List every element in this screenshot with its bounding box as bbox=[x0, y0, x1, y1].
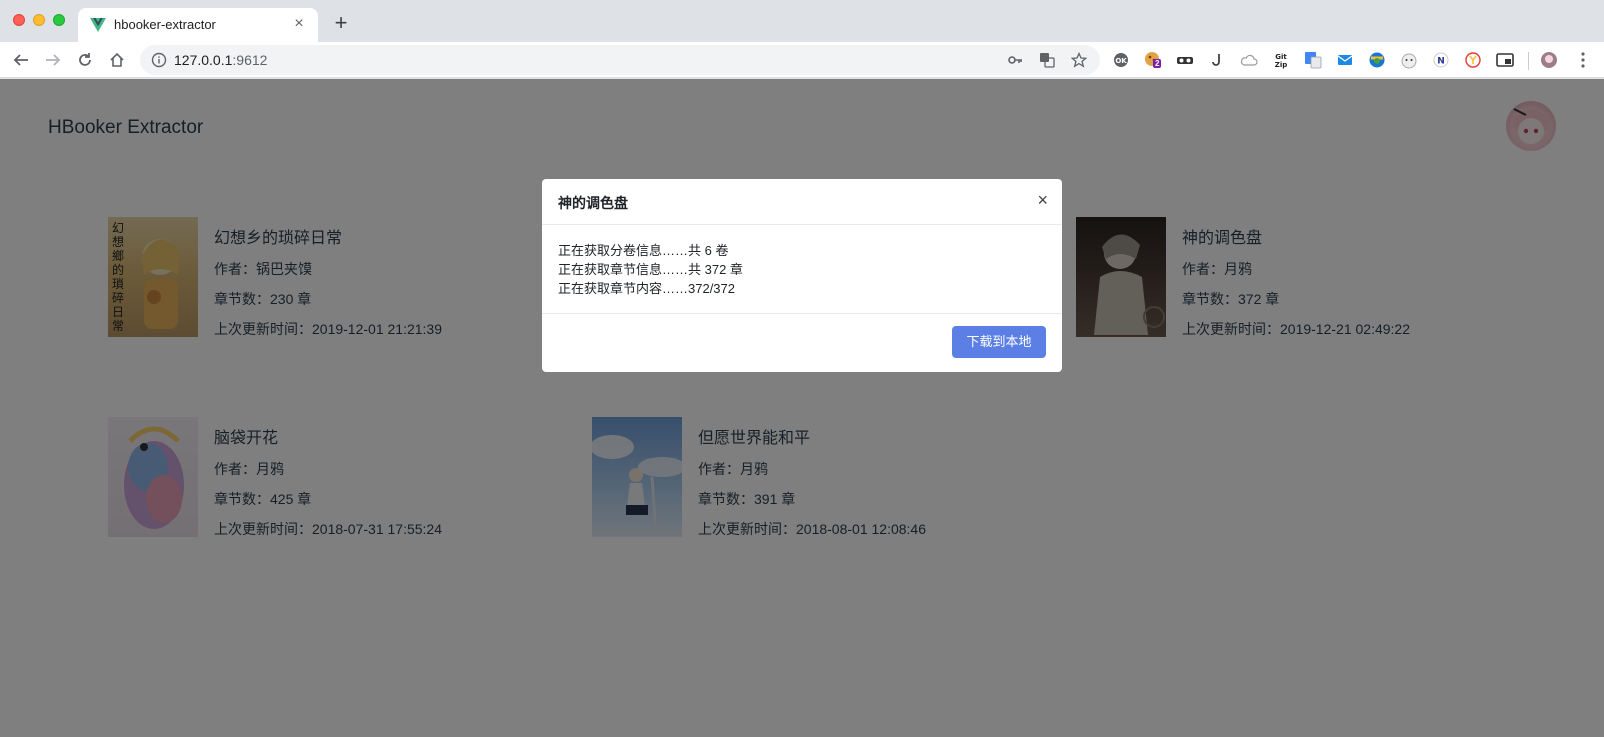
toolbar-separator bbox=[1528, 52, 1529, 70]
maximize-window-button[interactable] bbox=[53, 14, 65, 26]
modal-backdrop[interactable] bbox=[0, 79, 1604, 737]
svg-text:Zip: Zip bbox=[1275, 61, 1288, 69]
svg-text:OK: OK bbox=[1115, 57, 1127, 65]
extension-google-translate-icon[interactable] bbox=[1304, 51, 1322, 69]
extension-ok-icon[interactable]: OK bbox=[1112, 51, 1130, 69]
extension-n-icon[interactable]: N bbox=[1432, 51, 1450, 69]
translate-icon[interactable] bbox=[1038, 51, 1056, 69]
progress-line: 正在获取章节内容……372/372 bbox=[558, 281, 735, 296]
extension-gitzip-icon[interactable]: Git Zip bbox=[1272, 51, 1290, 69]
home-button[interactable] bbox=[106, 49, 128, 71]
url-text: 127.0.0.1:9612 bbox=[174, 52, 268, 68]
forward-button[interactable] bbox=[42, 49, 64, 71]
home-icon bbox=[110, 52, 124, 67]
extension-cloud-icon[interactable] bbox=[1240, 51, 1258, 69]
browser-titlebar: hbooker-extractor × + bbox=[0, 0, 1604, 42]
extension-mail-icon[interactable] bbox=[1336, 51, 1354, 69]
progress-line: 正在获取章节信息……共 372 章 bbox=[558, 262, 743, 277]
reload-icon bbox=[79, 53, 91, 66]
svg-text:N: N bbox=[1437, 57, 1445, 67]
arrow-right-icon bbox=[46, 54, 61, 66]
app-page: HBooker Extractor 幻想鄉的瑣碎日常 幻想乡的琐碎日常 作者：锅… bbox=[0, 79, 1604, 737]
arrow-left-icon bbox=[13, 54, 28, 66]
extension-badge: 2 bbox=[1153, 59, 1162, 68]
modal-close-icon[interactable]: × bbox=[1037, 190, 1048, 210]
new-tab-button[interactable]: + bbox=[330, 12, 352, 34]
tab-close-icon[interactable]: × bbox=[290, 15, 308, 33]
profile-avatar-icon[interactable] bbox=[1540, 51, 1558, 69]
close-window-button[interactable] bbox=[13, 14, 25, 26]
extension-hook-icon[interactable] bbox=[1208, 51, 1226, 69]
back-button[interactable] bbox=[10, 49, 32, 71]
extension-cat-icon[interactable] bbox=[1400, 51, 1418, 69]
extension-pip-icon[interactable] bbox=[1496, 51, 1514, 69]
download-button[interactable]: 下载到本地 bbox=[952, 326, 1046, 358]
reload-button[interactable] bbox=[74, 49, 96, 71]
extension-cookie-icon[interactable]: 2 bbox=[1144, 51, 1162, 69]
modal-header: 神的调色盘 × bbox=[542, 179, 1062, 225]
address-bar[interactable]: 127.0.0.1:9612 bbox=[140, 45, 1100, 75]
progress-line: 正在获取分卷信息……共 6 卷 bbox=[558, 243, 729, 258]
extension-y-icon[interactable] bbox=[1464, 51, 1482, 69]
browser-menu-icon[interactable] bbox=[1574, 51, 1592, 69]
browser-tab[interactable]: hbooker-extractor × bbox=[78, 8, 318, 42]
extension-shield-icon[interactable] bbox=[1368, 51, 1386, 69]
modal-title: 神的调色盘 bbox=[558, 195, 628, 211]
modal-footer: 下载到本地 bbox=[542, 313, 1062, 372]
download-modal: 神的调色盘 × 正在获取分卷信息……共 6 卷 正在获取章节信息……共 372 … bbox=[542, 179, 1062, 372]
svg-text:Git: Git bbox=[1275, 53, 1287, 61]
key-icon[interactable] bbox=[1006, 51, 1024, 69]
tab-title: hbooker-extractor bbox=[114, 17, 216, 32]
minimize-window-button[interactable] bbox=[33, 14, 45, 26]
browser-toolbar: 127.0.0.1:9612 OK 2 Git Zip N bbox=[0, 42, 1604, 78]
vue-logo-icon bbox=[90, 18, 106, 32]
extension-glasses-icon[interactable] bbox=[1176, 51, 1194, 69]
modal-body: 正在获取分卷信息……共 6 卷 正在获取章节信息……共 372 章 正在获取章节… bbox=[558, 241, 743, 298]
bookmark-star-icon[interactable] bbox=[1070, 51, 1088, 69]
info-icon[interactable] bbox=[151, 52, 167, 68]
